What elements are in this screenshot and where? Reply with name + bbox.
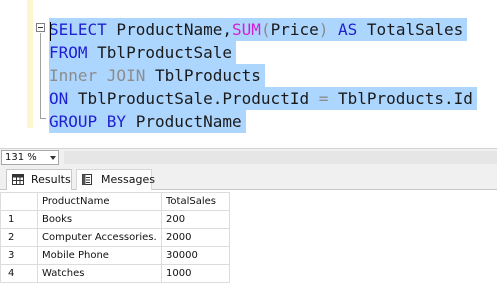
row-number[interactable]: 2 (0, 228, 38, 247)
collapse-icon[interactable] (36, 23, 45, 32)
table-cell[interactable]: Mobile Phone (37, 246, 162, 265)
table-cell[interactable]: 2000 (161, 228, 230, 247)
results-tab-strip: Results Messages (0, 166, 497, 190)
grid-corner[interactable] (0, 192, 38, 211)
code-line[interactable]: SELECT ProductName,SUM(Price) AS TotalSa… (49, 18, 468, 41)
code-line[interactable]: ON TblProductSale.ProductId = TblProduct… (49, 87, 477, 110)
code-token: ON (49, 89, 69, 108)
text-caret (50, 22, 51, 41)
zoom-select[interactable]: 131 % (1, 150, 59, 165)
results-grid[interactable]: ProductName TotalSales 1 Books 200 2 Com… (0, 192, 230, 283)
code-token: GROUP BY (49, 112, 127, 131)
code-token: SUM (232, 20, 261, 39)
change-tracking-margin (27, 0, 33, 128)
code-token: SELECT (49, 20, 107, 39)
tab-results-label: Results (31, 173, 71, 186)
row-number[interactable]: 1 (0, 210, 38, 229)
code-token: TotalSales (366, 20, 464, 39)
grid-icon (12, 174, 24, 185)
code-token: Inner JOIN (49, 66, 146, 85)
outline-fold-line (40, 33, 41, 119)
table-row: 2 Computer Accessories. 2000 (0, 228, 230, 247)
table-row: 3 Mobile Phone 30000 (0, 246, 230, 265)
table-cell[interactable]: Watches (37, 264, 162, 283)
code-token: Price (270, 20, 319, 39)
code-token: ProductName (126, 112, 242, 131)
chevron-down-icon[interactable] (50, 156, 56, 160)
table-cell[interactable]: Computer Accessories. (37, 228, 162, 247)
table-cell[interactable]: 1000 (161, 264, 230, 283)
table-cell[interactable]: 200 (161, 210, 230, 229)
zoom-bar: 131 % (0, 148, 497, 166)
code-line[interactable]: GROUP BY ProductName (49, 110, 246, 133)
horizontal-scrollbar[interactable] (64, 151, 497, 164)
table-row: 1 Books 200 (0, 210, 230, 229)
query-editor[interactable]: SELECT ProductName,SUM(Price) AS TotalSa… (0, 0, 497, 148)
row-number[interactable]: 4 (0, 264, 38, 283)
messages-icon (82, 174, 92, 185)
code-token: ) (318, 20, 329, 39)
tab-messages[interactable]: Messages (76, 169, 155, 190)
code-token: AS (328, 20, 367, 39)
outline-fold-end (40, 118, 46, 119)
code-token: TblProductSale.ProductId (68, 89, 319, 108)
column-header-productname[interactable]: ProductName (37, 192, 162, 211)
table-cell[interactable]: 30000 (161, 246, 230, 265)
code-token: TblProducts.Id (328, 89, 473, 108)
results-pane: Results Messages ProductName TotalSales … (0, 166, 497, 308)
code-token: ( (260, 20, 271, 39)
row-number[interactable]: 3 (0, 246, 38, 265)
code-token: TblProducts (145, 66, 261, 85)
code-line[interactable]: FROM TblProductSale (49, 41, 237, 64)
code-line[interactable]: Inner JOIN TblProducts (49, 64, 265, 87)
table-cell[interactable]: Books (37, 210, 162, 229)
grid-header-row: ProductName TotalSales (0, 192, 230, 211)
table-row: 4 Watches 1000 (0, 264, 230, 283)
code-token: = (318, 89, 329, 108)
code-token: TblProductSale (87, 43, 233, 62)
tab-results[interactable]: Results (6, 169, 72, 190)
code-token: FROM (49, 43, 88, 62)
code-token: ProductName, (106, 20, 233, 39)
zoom-value: 131 % (5, 152, 37, 163)
column-header-totalsales[interactable]: TotalSales (161, 192, 230, 211)
tab-messages-label: Messages (101, 173, 155, 186)
